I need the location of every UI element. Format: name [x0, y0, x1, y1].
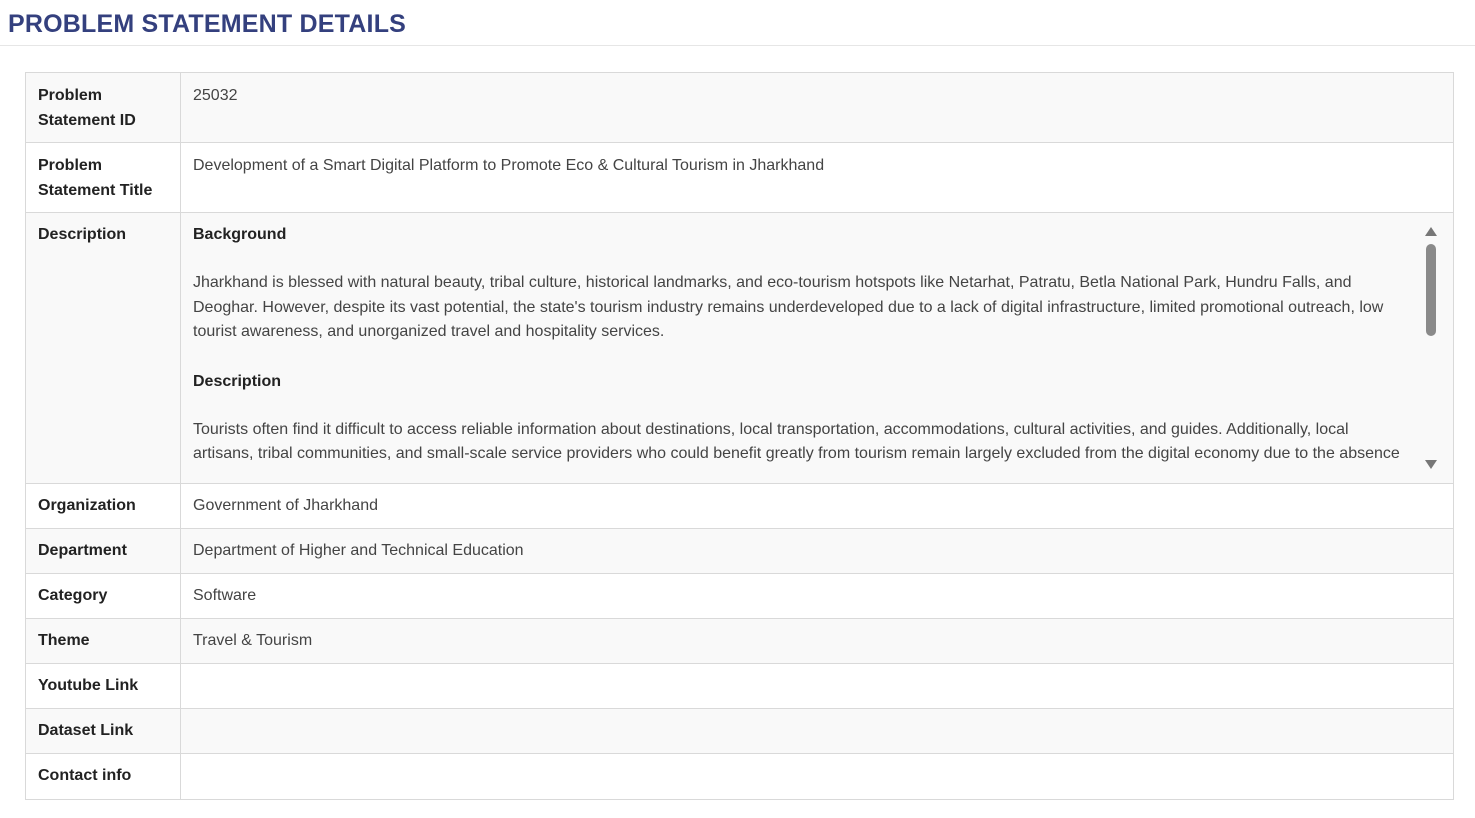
page-title: PROBLEM STATEMENT DETAILS: [8, 10, 407, 38]
details-table: Problem Statement ID 25032 Problem State…: [25, 72, 1454, 800]
label-youtube-link: Youtube Link: [25, 663, 181, 709]
description-heading: Description: [193, 372, 282, 390]
label-department: Department: [25, 528, 181, 574]
row-contact-info: Contact info: [25, 753, 1454, 800]
scroll-thumb[interactable]: [1426, 244, 1436, 336]
label-organization: Organization: [25, 483, 181, 529]
description-scroll-area[interactable]: Background Jharkhand is blessed with nat…: [193, 222, 1453, 469]
row-youtube-link: Youtube Link: [25, 663, 1454, 709]
value-department: Department of Higher and Technical Educa…: [180, 528, 1454, 574]
row-description: Description Background Jharkhand is bles…: [25, 212, 1454, 484]
value-problem-statement-title: Development of a Smart Digital Platform …: [180, 142, 1454, 213]
row-organization: Organization Government of Jharkhand: [25, 483, 1454, 529]
value-youtube-link[interactable]: [180, 663, 1454, 709]
description-text: Tourists often find it difficult to acce…: [193, 420, 1400, 463]
value-theme: Travel & Tourism: [180, 618, 1454, 664]
label-contact-info: Contact info: [25, 753, 181, 800]
row-theme: Theme Travel & Tourism: [25, 618, 1454, 664]
label-theme: Theme: [25, 618, 181, 664]
label-problem-statement-id: Problem Statement ID: [25, 72, 181, 143]
row-category: Category Software: [25, 573, 1454, 619]
row-problem-statement-id: Problem Statement ID 25032: [25, 72, 1454, 143]
row-dataset-link: Dataset Link: [25, 708, 1454, 754]
value-category: Software: [180, 573, 1454, 619]
description-scrollbar[interactable]: [1425, 227, 1437, 469]
label-category: Category: [25, 573, 181, 619]
label-dataset-link: Dataset Link: [25, 708, 181, 754]
value-organization: Government of Jharkhand: [180, 483, 1454, 529]
background-heading: Background: [193, 226, 287, 243]
row-department: Department Department of Higher and Tech…: [25, 528, 1454, 574]
description-panel[interactable]: Background Jharkhand is blessed with nat…: [180, 212, 1454, 484]
value-problem-statement-id: 25032: [180, 72, 1454, 143]
background-text: Jharkhand is blessed with natural beauty…: [193, 274, 1384, 340]
scroll-down-arrow-icon[interactable]: [1425, 460, 1437, 469]
label-problem-statement-title: Problem Statement Title: [25, 142, 181, 213]
value-dataset-link[interactable]: [180, 708, 1454, 754]
scroll-up-arrow-icon[interactable]: [1425, 227, 1437, 236]
value-contact-info: [180, 753, 1454, 800]
row-problem-statement-title: Problem Statement Title Development of a…: [25, 142, 1454, 213]
label-description: Description: [25, 212, 181, 484]
page-header: PROBLEM STATEMENT DETAILS: [0, 0, 1475, 46]
